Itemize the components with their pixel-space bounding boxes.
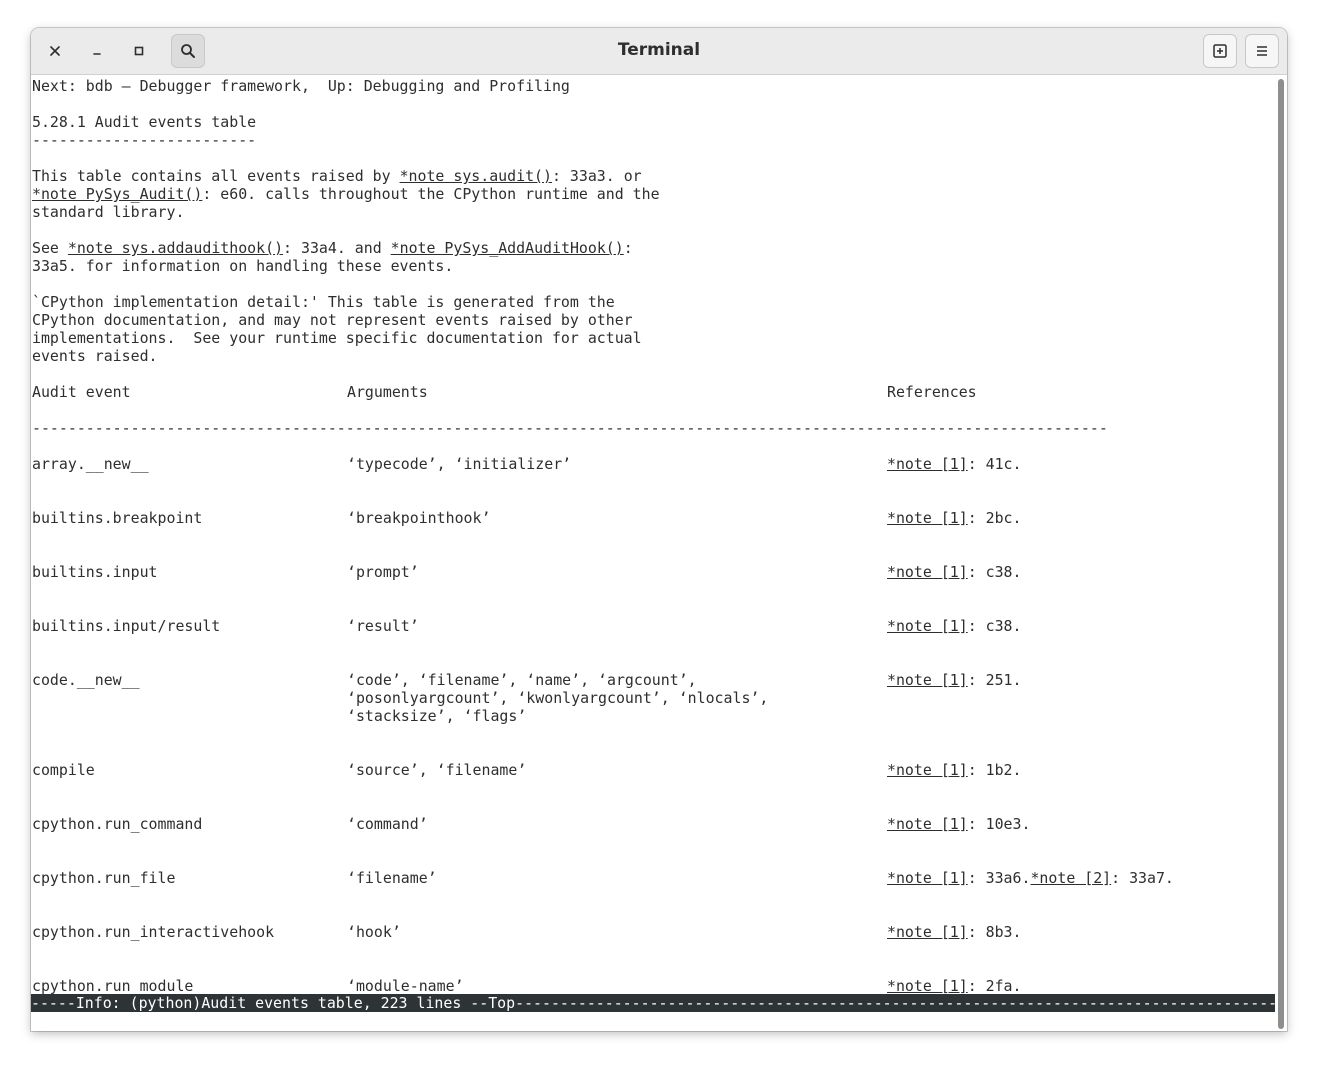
new-tab-button[interactable] [1203,34,1237,68]
maximize-button[interactable] [125,37,153,65]
reference-text: : 41c. [967,455,1022,473]
column-header-arguments: Arguments [347,383,428,401]
table-cell-references: *note [1]: 33a6.*note [2]: 33a7. [887,869,1174,887]
table-rule: ----------------------------------------… [32,419,1108,437]
xref-link[interactable]: *note [1] [887,455,968,473]
paragraph-line: See *note sys.addaudithook(): 33a4. and … [32,239,633,257]
table-cell-arguments: ‘module-name’ [347,977,464,995]
table-cell-event: builtins.input [32,563,158,581]
heading-rule: ------------------------- [32,131,257,149]
table-cell-event: builtins.breakpoint [32,509,203,527]
xref-link[interactable]: *note [1] [887,977,968,995]
table-cell-references: *note [1]: c38. [887,617,1021,635]
paragraph-line: *note PySys_Audit(): e60. calls througho… [32,185,660,203]
xref-link[interactable]: *note [1] [887,671,968,689]
info-nav-line: Next: bdb — Debugger framework, Up: Debu… [32,77,570,95]
table-cell-event: code.__new__ [32,671,140,689]
xref-link[interactable]: *note [1] [887,815,968,833]
paragraph-line: CPython documentation, and may not repre… [32,311,633,329]
xref-link[interactable]: *note [1] [887,563,968,581]
paragraph-line: standard library. [32,203,185,221]
table-cell-arguments: ‘breakpointhook’ [347,509,491,527]
maximize-icon [134,46,144,56]
table-cell-event: cpython.run_command [32,815,203,833]
table-cell-arguments: ‘code’, ‘filename’, ‘name’, ‘argcount’, [347,671,697,689]
minimize-icon [93,53,101,55]
table-cell-event: builtins.input/result [32,617,221,635]
table-cell-arguments: ‘result’ [347,617,419,635]
xref-link[interactable]: *note [1] [887,923,968,941]
table-cell-event: array.__new__ [32,455,149,473]
paragraph-line: 33a5. for information on handling these … [32,257,454,275]
reference-text: : 251. [967,671,1022,689]
section-heading: 5.28.1 Audit events table [32,113,257,131]
table-cell-event: cpython.run_file [32,869,176,887]
xref-link[interactable]: *note sys.addaudithook() [68,239,283,257]
table-cell-arguments: ‘posonlyargcount’, ‘kwonlyargcount’, ‘nl… [347,689,769,707]
minimize-button[interactable] [83,37,111,65]
xref-link[interactable]: *note [1] [887,617,968,635]
new-tab-icon [1213,44,1227,58]
table-cell-arguments: ‘filename’ [347,869,437,887]
terminal-window: Terminal Next: bdb — Debugger framework,… [31,28,1287,1031]
table-cell-arguments: ‘typecode’, ‘initializer’ [347,455,572,473]
xref-link[interactable]: *note [2] [1030,869,1111,887]
xref-link[interactable]: *note [1] [887,509,968,527]
table-cell-references: *note [1]: 2fa. [887,977,1021,995]
paragraph-line: events raised. [32,347,158,365]
table-cell-references: *note [1]: 10e3. [887,815,1030,833]
table-cell-references: *note [1]: 41c. [887,455,1021,473]
paragraph-line: This table contains all events raised by… [32,167,642,185]
table-cell-event: cpython.run_module [32,977,194,995]
xref-link[interactable]: *note sys.audit() [400,167,552,185]
reference-text: : 8b3. [967,923,1022,941]
xref-link[interactable]: *note PySys_AddAuditHook() [391,239,624,257]
scrollbar[interactable] [1275,75,1287,1031]
search-button[interactable] [171,34,205,68]
menu-button[interactable] [1245,34,1279,68]
paragraph-line: `CPython implementation detail:' This ta… [32,293,615,311]
table-cell-arguments: ‘command’ [347,815,428,833]
hamburger-menu-icon [1257,46,1267,56]
paragraph-line: implementations. See your runtime specif… [32,329,642,347]
reference-text: : 2fa. [967,977,1022,995]
xref-link[interactable]: *note PySys_Audit() [32,185,202,203]
table-cell-arguments: ‘hook’ [347,923,401,941]
reference-text: : 1b2. [967,761,1022,779]
table-cell-references: *note [1]: 8b3. [887,923,1021,941]
close-button[interactable] [41,37,69,65]
reference-text: : c38. [967,563,1022,581]
close-icon [50,46,60,56]
scrollbar-thumb[interactable] [1278,79,1284,1029]
window-title: Terminal [617,40,701,60]
search-icon [181,44,195,58]
info-modeline: -----Info: (python)Audit events table, 2… [31,994,1275,1012]
reference-text: : 2bc. [967,509,1022,527]
table-cell-references: *note [1]: 251. [887,671,1021,689]
reference-text: : 33a6. [967,869,1031,887]
xref-link[interactable]: *note [1] [887,869,968,887]
terminal-content[interactable]: Next: bdb — Debugger framework, Up: Debu… [31,75,1275,1031]
table-cell-arguments: ‘prompt’ [347,563,419,581]
table-cell-references: *note [1]: c38. [887,563,1021,581]
reference-text: : 10e3. [967,815,1031,833]
table-cell-references: *note [1]: 1b2. [887,761,1021,779]
table-cell-event: compile [32,761,95,779]
table-cell-references: *note [1]: 2bc. [887,509,1021,527]
column-header-references: References [887,383,977,401]
xref-link[interactable]: *note [1] [887,761,968,779]
table-cell-arguments: ‘stacksize’, ‘flags’ [347,707,527,725]
reference-text: : c38. [967,617,1022,635]
titlebar: Terminal [31,28,1287,75]
column-header-event: Audit event [32,383,131,401]
table-cell-arguments: ‘source’, ‘filename’ [347,761,527,779]
table-cell-event: cpython.run_interactivehook [32,923,275,941]
reference-text: : 33a7. [1111,869,1174,887]
